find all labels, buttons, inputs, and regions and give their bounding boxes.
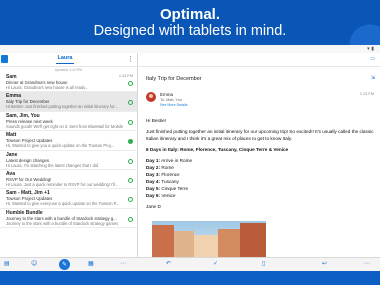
preview: Hi Laura, Just a quick reminder to RSVP …: [6, 181, 119, 187]
list-item[interactable]: Sam Dinner at Grandma's new house Hi Lau…: [0, 73, 137, 93]
day-place: Tuscany: [161, 179, 179, 184]
status-circle-icon[interactable]: [128, 100, 133, 106]
inbox-icon[interactable]: ▤: [4, 260, 10, 268]
inbox-icon[interactable]: ▭: [370, 56, 375, 62]
preview: Hi Laura, Grandma's new house is all rea…: [6, 85, 89, 90]
list-item[interactable]: Matt Towson Project Updates Hi, Wanted t…: [0, 131, 137, 151]
preview: Hi, Wanted to give everyone a quick upda…: [6, 201, 120, 207]
status-bar: ▾ ▮: [0, 45, 380, 53]
photo-building: [174, 231, 194, 257]
message-list: Sam Dinner at Grandma's new house Hi Lau…: [0, 73, 137, 229]
message-subject: Italy Trip for December: [146, 76, 202, 82]
timestamp: 1:13 PM: [118, 74, 133, 78]
expand-icon[interactable]: ⇲: [371, 75, 375, 81]
day-label: Day 6:: [146, 193, 161, 198]
reading-pane: ▭ Italy Trip for December ⇲ Emma To: Mat…: [139, 53, 380, 257]
promo-title: Optimal.: [159, 6, 220, 23]
see-more-details-link[interactable]: See More Details: [160, 103, 188, 107]
list-item[interactable]: Sam - Matt, Jim +1 Towson Project Update…: [0, 189, 137, 209]
preview: Hi Laura, I'm attaching the latest chang…: [6, 162, 99, 168]
day-place: Rome: [161, 165, 174, 170]
photo-building: [194, 235, 218, 257]
day-label: Day 5:: [146, 186, 161, 191]
status-circle-icon[interactable]: [128, 119, 133, 125]
itinerary-day: Day 5: Cinque Terre: [146, 185, 378, 192]
photo-building: [240, 223, 266, 257]
day-label: Day 3:: [146, 172, 161, 177]
kebab-menu-icon[interactable]: ⋮: [127, 55, 134, 63]
day-place: Cinque Terre: [161, 186, 189, 191]
message-time: 1:13 PM: [359, 92, 374, 96]
account-switcher[interactable]: Laura: [0, 55, 130, 61]
delete-icon[interactable]: ▯: [262, 260, 265, 268]
trip-title: 6 Days in Italy: Rome, Florence, Tuscany…: [146, 147, 289, 152]
itinerary-day: Day 6: Venice: [146, 192, 378, 199]
day-label: Day 2:: [146, 165, 161, 170]
list-item[interactable]: Jane Latest design changes Hi Laura, I'm…: [0, 151, 137, 170]
account-underline: [56, 63, 74, 64]
greeting: Hi Bestie!: [146, 118, 167, 123]
itinerary-day: Day 2: Rome: [146, 164, 378, 171]
status-circle-icon[interactable]: [128, 177, 133, 183]
status-circle-icon[interactable]: [128, 81, 133, 86]
reader-toolbar: ▭: [139, 53, 380, 67]
message-body: Hi Bestie! Just finished putting togethe…: [146, 117, 378, 210]
clusters-icon[interactable]: ▦: [88, 260, 94, 268]
list-item[interactable]: Sam, Jim, You Press release next week So…: [0, 112, 137, 132]
promo-subtitle: Designed with tablets in mind.: [93, 23, 287, 39]
avatar[interactable]: [146, 92, 156, 102]
itinerary-day: Day 3: Florence: [146, 171, 378, 178]
day-label: Day 4:: [146, 179, 161, 184]
unread-dot-icon[interactable]: [128, 139, 133, 145]
status-circle-icon[interactable]: [128, 158, 133, 164]
list-header: Laura ⋮: [0, 53, 137, 67]
day-label: Day 1:: [146, 158, 161, 163]
preview: Hi, Wanted to give you a quick update on…: [6, 143, 115, 149]
done-icon[interactable]: ✓: [213, 260, 218, 268]
reply-all-icon[interactable]: ↩: [322, 260, 327, 268]
venice-photo[interactable]: [152, 221, 266, 257]
tablet-screen: ▾ ▮ Laura ⋮ Updated 1:12 PM Sam Dinner a…: [0, 45, 380, 271]
preview: Journey to the stars with a bundle of St…: [6, 220, 119, 226]
sender-name: Emma: [160, 92, 174, 97]
itinerary-day: Day 1: Arrive in Rome: [146, 157, 378, 164]
reply-icon[interactable]: ↶: [166, 260, 171, 268]
status-circle-icon[interactable]: [128, 197, 133, 203]
signature: Jane D: [146, 204, 161, 209]
battery-icon: ▾ ▮: [367, 46, 374, 52]
preview: Sounds good!! We'll get right on it. Sen…: [6, 123, 123, 129]
subject: Journey to the stars with a bundle of St…: [6, 215, 117, 221]
people-icon[interactable]: ☺: [31, 260, 37, 268]
avatar-face: [149, 94, 153, 98]
photo-building: [152, 225, 174, 257]
recipients: To: Matt, You: [160, 98, 182, 102]
more-icon[interactable]: ⋯: [120, 260, 126, 268]
compose-icon[interactable]: ✎: [59, 259, 70, 270]
itinerary-day: Day 4: Tuscany: [146, 178, 378, 185]
day-place: Arrive in Rome: [161, 158, 193, 163]
promo-headline: Optimal. Designed with tablets in mind.: [0, 6, 380, 40]
photo-building: [218, 229, 240, 257]
status-circle-icon[interactable]: [128, 216, 133, 222]
list-item[interactable]: Humble Bundle Journey to the stars with …: [0, 209, 137, 229]
bottom-decor: [0, 271, 380, 285]
intro-paragraph: Just finished putting together an initia…: [146, 129, 374, 141]
day-place: Venice: [161, 193, 176, 198]
list-item[interactable]: Ava RSVP for Our Wedding! Hi Laura, Just…: [0, 170, 137, 190]
list-item-selected[interactable]: Emma Italy Trip for December Hi Bestie! …: [0, 92, 137, 112]
overflow-icon[interactable]: ⋯: [364, 260, 370, 268]
bottom-toolbar: ▤ ☺ ✎ ▦ ⋯ ↶ ✓ ▯ ↩ ⋯: [0, 257, 380, 271]
preview: Hi Bestie! Just finished putting togethe…: [6, 104, 118, 110]
message-list-pane: Laura ⋮ Updated 1:12 PM Sam Dinner at Gr…: [0, 53, 138, 257]
day-place: Florence: [161, 172, 180, 177]
